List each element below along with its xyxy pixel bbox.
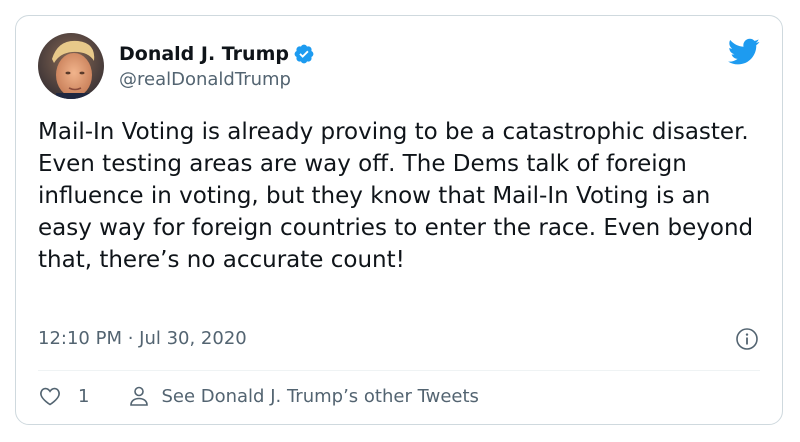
divider: [38, 370, 760, 371]
author-display-name[interactable]: Donald J. Trump: [119, 43, 289, 65]
tweet-timestamp[interactable]: 12:10 PM · Jul 30, 2020: [38, 328, 247, 349]
info-icon[interactable]: [735, 327, 759, 351]
like-count[interactable]: 1: [78, 386, 89, 407]
twitter-bird-icon[interactable]: [728, 38, 760, 66]
heart-icon[interactable]: [38, 384, 62, 408]
tweet-card: Donald J. Trump @realDonaldTrump Mail-In…: [15, 15, 783, 425]
tweet-actions: 1 See Donald J. Trump’s other Tweets: [38, 384, 479, 408]
verified-badge-icon: [294, 44, 314, 64]
tweet-text: Mail-In Voting is already proving to be …: [38, 119, 761, 273]
author-handle[interactable]: @realDonaldTrump: [119, 69, 291, 90]
user-icon: [130, 386, 149, 406]
avatar-image: [38, 33, 104, 99]
author-name-row: Donald J. Trump: [119, 40, 315, 68]
avatar[interactable]: [38, 33, 104, 99]
other-tweets-link[interactable]: See Donald J. Trump’s other Tweets: [161, 386, 478, 407]
